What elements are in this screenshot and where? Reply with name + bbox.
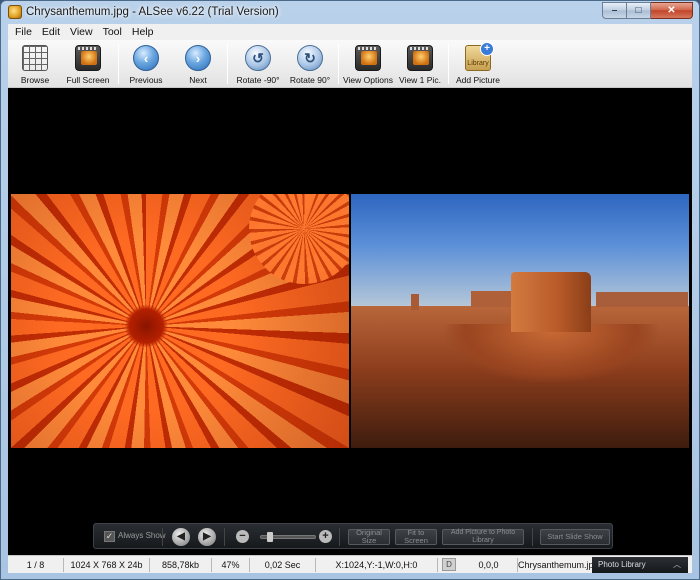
menu-file[interactable]: File xyxy=(10,26,37,38)
rotate-cw-button[interactable]: ↻ Rotate 90° xyxy=(286,43,334,87)
main-butte xyxy=(511,272,591,332)
zoom-slider-knob[interactable] xyxy=(267,532,273,542)
menu-view[interactable]: View xyxy=(65,26,98,38)
status-image-index: 1 / 8 xyxy=(8,558,64,572)
minimize-button[interactable]: – xyxy=(602,2,627,19)
app-icon[interactable] xyxy=(8,5,22,19)
close-button[interactable]: ✕ xyxy=(651,2,693,19)
distant-butte xyxy=(411,294,419,310)
rotate-cw-icon: ↻ xyxy=(297,45,323,71)
zoom-out-icon[interactable]: − xyxy=(236,530,249,543)
menu-bar: File Edit View Tool Help xyxy=(8,24,692,40)
photo-library-label: Photo Library xyxy=(598,560,646,569)
always-show-label: Always Show xyxy=(118,531,166,540)
next-image-icon[interactable]: ▶ xyxy=(198,528,216,546)
image-viewer[interactable]: ✓ Always Show ◀ ▶ − + Original Size Fit … xyxy=(8,88,692,555)
library-icon: Library xyxy=(465,42,494,71)
status-zoom: 47% xyxy=(212,558,250,572)
view-one-pic-button[interactable]: View 1 Pic. xyxy=(398,43,442,87)
control-separator xyxy=(339,528,340,546)
status-cursor-info: X:1024,Y:-1,W:0,H:0 xyxy=(316,558,438,572)
photo-library-tab[interactable]: Photo Library ︿ xyxy=(592,557,688,573)
distant-butte xyxy=(471,291,511,307)
menu-tool[interactable]: Tool xyxy=(98,26,127,38)
original-size-button[interactable]: Original Size xyxy=(348,529,390,545)
control-separator xyxy=(224,528,225,546)
status-dimensions: 1024 X 768 X 24b xyxy=(64,558,150,572)
rotate-cw-label: Rotate 90° xyxy=(289,75,331,85)
menu-help[interactable]: Help xyxy=(127,26,159,38)
butte-base xyxy=(441,324,661,384)
toolbar: Browse Full Screen ‹ Previous › Next ↺ R… xyxy=(8,40,692,88)
view-options-button[interactable]: View Options xyxy=(343,43,393,87)
toolbar-separator xyxy=(448,44,449,84)
caption-buttons: – □ ✕ xyxy=(602,2,693,20)
zoom-in-icon[interactable]: + xyxy=(319,530,332,543)
chrysanthemum-image[interactable] xyxy=(11,194,349,448)
rotate-ccw-button[interactable]: ↺ Rotate -90° xyxy=(232,43,284,87)
control-separator xyxy=(532,528,533,546)
status-load-time: 0,02 Sec xyxy=(250,558,316,572)
desert-image[interactable] xyxy=(351,194,689,448)
view-options-icon xyxy=(355,45,381,71)
status-d-button[interactable]: D xyxy=(442,558,456,571)
add-picture-label: Add Picture xyxy=(456,75,500,85)
toolbar-separator xyxy=(227,44,228,84)
status-color-value: 0,0,0 xyxy=(460,558,518,572)
floating-control-bar: ✓ Always Show ◀ ▶ − + Original Size Fit … xyxy=(93,523,613,549)
menu-edit[interactable]: Edit xyxy=(37,26,65,38)
control-separator xyxy=(162,528,163,546)
full-screen-label: Full Screen xyxy=(66,75,110,85)
chevron-up-icon: ︿ xyxy=(673,560,681,569)
previous-label: Previous xyxy=(129,75,163,85)
browse-icon xyxy=(22,45,48,71)
status-file-size: 858,78kb xyxy=(150,558,212,572)
window-title: Chrysanthemum.jpg - ALSee v6.22 (Trial V… xyxy=(26,6,279,18)
always-show-checkbox[interactable]: ✓ xyxy=(104,531,115,542)
view-one-pic-label: View 1 Pic. xyxy=(399,75,441,85)
status-filename: Chrysanthemum.jpg xyxy=(518,560,592,570)
maximize-button[interactable]: □ xyxy=(627,2,651,19)
previous-button[interactable]: ‹ Previous xyxy=(124,43,168,87)
add-to-library-button[interactable]: Add Picture to Photo Library xyxy=(442,529,524,545)
app-window: Chrysanthemum.jpg - ALSee v6.22 (Trial V… xyxy=(0,0,700,580)
zoom-slider[interactable] xyxy=(260,532,316,542)
browse-button[interactable]: Browse xyxy=(12,43,58,87)
rotate-ccw-label: Rotate -90° xyxy=(236,75,280,85)
distant-mesa xyxy=(596,292,688,307)
status-bar: 1 / 8 1024 X 768 X 24b 858,78kb 47% 0,02… xyxy=(8,555,692,573)
next-button[interactable]: › Next xyxy=(178,43,218,87)
arrow-left-icon: ‹ xyxy=(133,45,159,71)
library-icon-text: Library xyxy=(467,60,489,67)
fit-to-screen-button[interactable]: Fit to Screen xyxy=(395,529,437,545)
add-picture-button[interactable]: Library Add Picture xyxy=(454,42,502,87)
full-screen-icon xyxy=(75,45,101,71)
view-options-label: View Options xyxy=(343,75,393,85)
title-bar[interactable]: Chrysanthemum.jpg - ALSee v6.22 (Trial V… xyxy=(1,1,699,23)
start-slide-show-button[interactable]: Start Slide Show xyxy=(540,529,610,545)
prev-image-icon[interactable]: ◀ xyxy=(172,528,190,546)
next-label: Next xyxy=(189,75,207,85)
rotate-ccw-icon: ↺ xyxy=(245,45,271,71)
arrow-right-icon: › xyxy=(185,45,211,71)
toolbar-separator xyxy=(338,44,339,84)
toolbar-separator xyxy=(118,44,119,84)
browse-label: Browse xyxy=(20,75,50,85)
view-one-pic-icon xyxy=(407,45,433,71)
full-screen-button[interactable]: Full Screen xyxy=(62,43,114,87)
